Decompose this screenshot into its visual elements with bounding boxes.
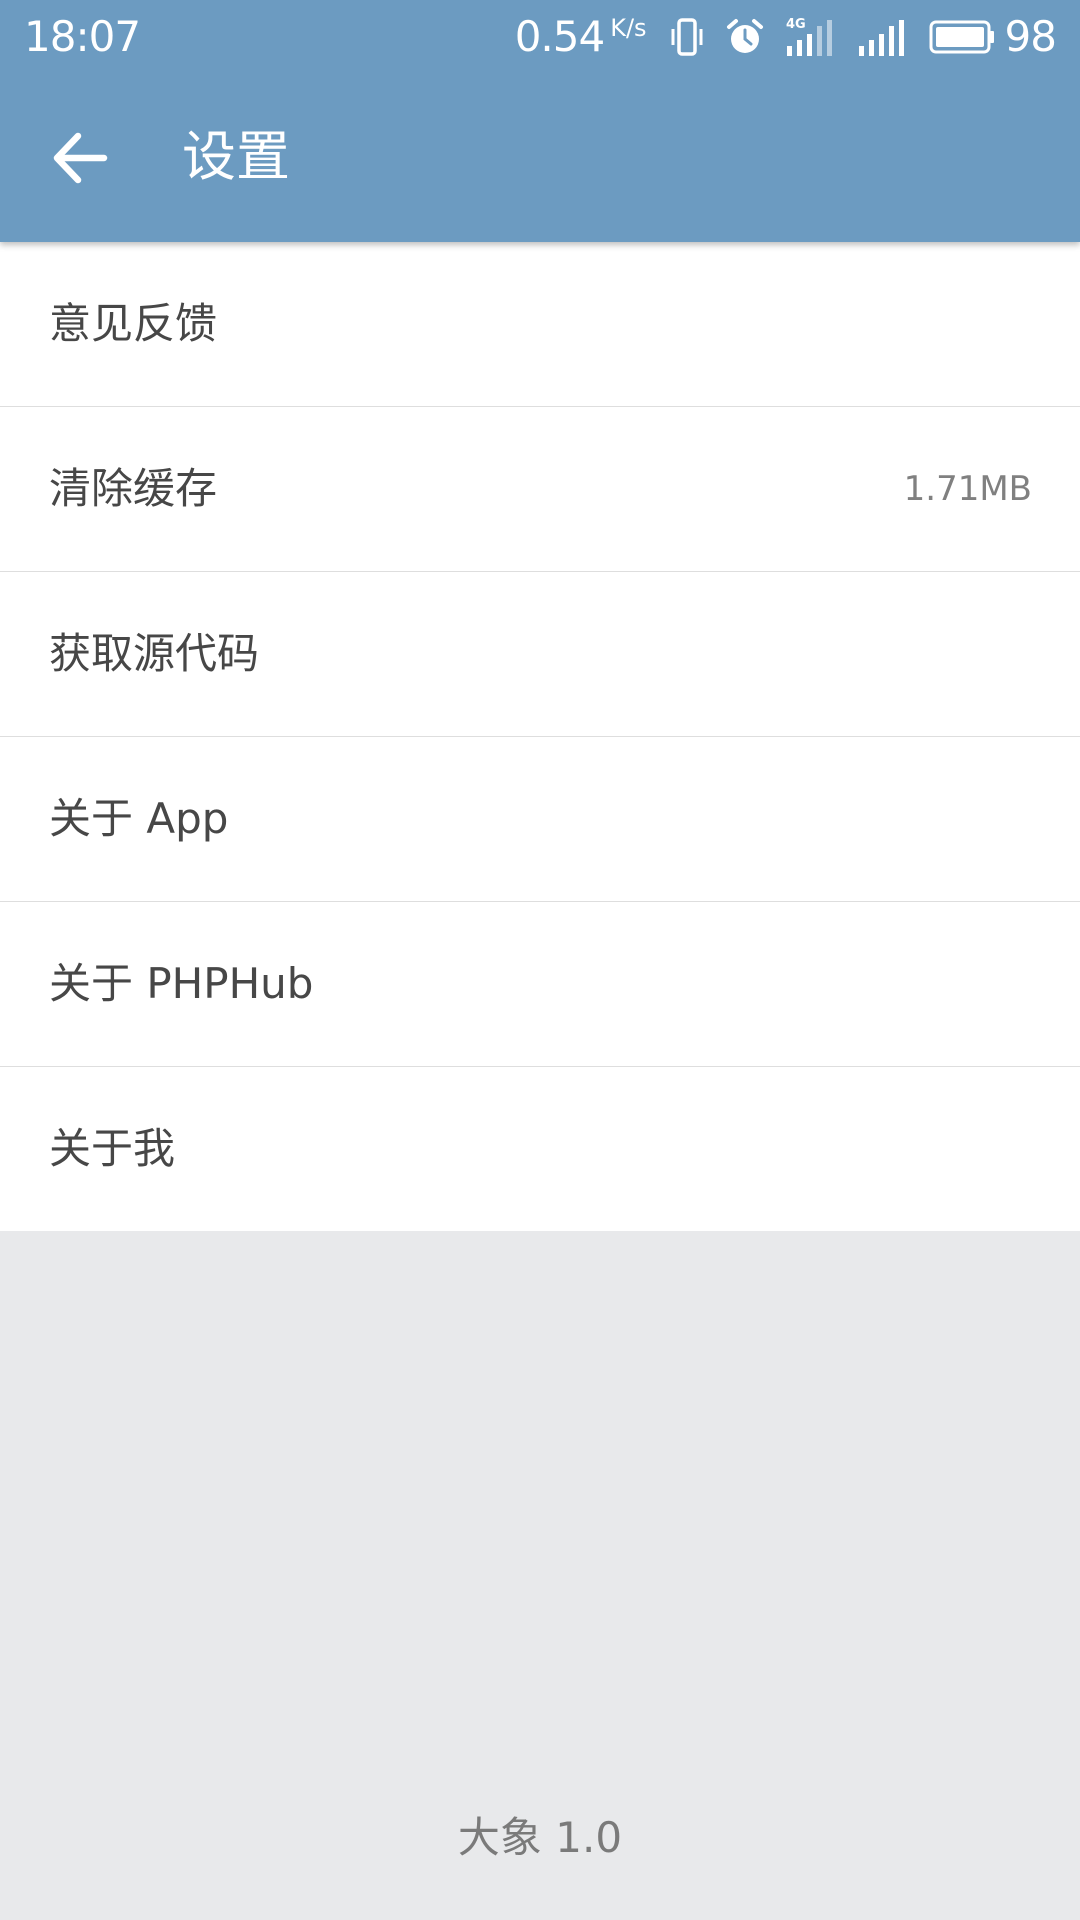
settings-item-label: 关于我 [49,1124,176,1173]
cache-size-value: 1.71MB [903,469,1032,509]
settings-item-label: 清除缓存 [49,464,218,513]
alarm-icon [725,17,765,57]
vibrate-icon [669,17,705,57]
status-time: 18:07 [24,12,141,61]
settings-list: 意见反馈 清除缓存 1.71MB 获取源代码 关于 App 关于 PHPHub … [0,242,1080,1231]
settings-item-label: 意见反馈 [49,299,218,348]
toolbar: 设置 [0,74,1080,242]
settings-item-feedback[interactable]: 意见反馈 [0,242,1080,407]
settings-item-label: 关于 App [49,794,229,843]
signal-icon [857,16,909,58]
net-speed-unit: K/s [610,14,647,42]
net-speed: 0.54 [514,12,606,61]
settings-item-label: 获取源代码 [49,629,260,678]
arrow-left-icon [53,132,108,184]
app-version: 大象 1.0 [457,1813,623,1862]
battery-level: 98 [1004,12,1057,61]
settings-item-label: 关于 PHPHub [49,959,314,1008]
status-bar: 18:07 0.54 K/s 4G 98 [0,0,1080,74]
settings-item-clear-cache[interactable]: 清除缓存 1.71MB [0,407,1080,572]
svg-text:4G: 4G [786,17,806,32]
settings-item-about-phphub[interactable]: 关于 PHPHub [0,902,1080,1067]
app-header: 18:07 0.54 K/s 4G 98 设置 [0,0,1080,242]
battery-icon [929,19,995,55]
page-title: 设置 [182,125,290,188]
settings-item-about-app[interactable]: 关于 App [0,737,1080,902]
status-icons: 0.54 K/s 4G 98 [514,12,1057,62]
back-button[interactable] [40,118,120,198]
settings-item-about-me[interactable]: 关于我 [0,1067,1080,1231]
signal-4g-icon: 4G [785,16,837,58]
settings-item-source-code[interactable]: 获取源代码 [0,572,1080,737]
